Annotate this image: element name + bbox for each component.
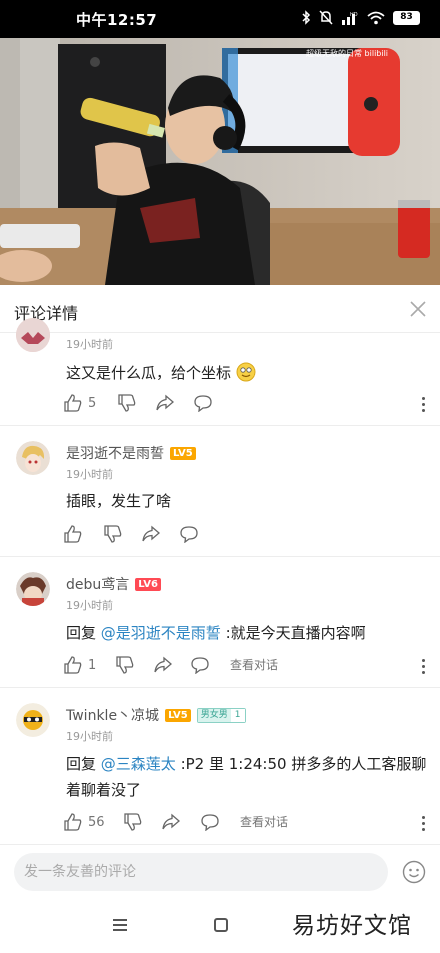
comment-time: 19小时前 xyxy=(66,599,113,612)
video-frame: 超级无敌的日常 bilibili xyxy=(0,38,440,285)
view-conversation-link[interactable]: 查看对话 xyxy=(240,813,288,830)
watermark: 易坊好文馆 xyxy=(292,913,412,939)
comment-time: 19小时前 xyxy=(66,468,113,481)
comment-input-bar xyxy=(0,845,440,900)
comment-actions: 56 查看对话 xyxy=(64,813,426,835)
comment-item: debu鸢言 LV6 19小时前 回复 @是羽逝不是雨誓 :就是今天直播内容啊 … xyxy=(0,557,440,688)
comment-actions: 5 xyxy=(64,394,426,416)
fan-medal: 男女男 1 xyxy=(196,707,246,723)
comment-body: :就是今天直播内容啊 xyxy=(220,624,366,642)
like-button[interactable]: 5 xyxy=(64,394,96,412)
thumbs-down-icon xyxy=(104,525,122,543)
avatar[interactable] xyxy=(16,572,50,606)
speech-bubble-icon xyxy=(201,814,219,831)
like-count: 56 xyxy=(88,814,105,830)
comment-username[interactable]: 是羽逝不是雨誓 LV5 xyxy=(66,443,196,463)
thumbs-down-icon xyxy=(124,813,142,831)
speech-bubble-icon xyxy=(180,526,198,543)
emoji-picker-icon[interactable] xyxy=(402,860,426,884)
comment-time: 19小时前 xyxy=(66,730,113,743)
video-player[interactable]: 超级无敌的日常 bilibili xyxy=(0,38,440,285)
more-options-button[interactable] xyxy=(422,397,426,413)
comment-actions: 1 查看对话 xyxy=(64,656,426,678)
comment-body: 这又是什么瓜，给个坐标 xyxy=(66,364,232,382)
share-icon xyxy=(156,394,174,411)
speech-bubble-icon xyxy=(191,657,209,674)
comment-item: 是羽逝不是雨誓 LV5 19小时前 插眼，发生了啥 xyxy=(0,426,440,557)
view-conversation-link[interactable]: 查看对话 xyxy=(230,656,278,673)
thumbs-up-icon xyxy=(64,525,82,543)
username-text: 是羽逝不是雨誓 xyxy=(66,446,164,462)
comment-text: 回复 @是羽逝不是雨誓 :就是今天直播内容啊 xyxy=(66,620,430,646)
comment-detail-header: 评论详情 xyxy=(0,285,440,333)
share-button[interactable] xyxy=(162,813,180,831)
mention-link[interactable]: @是羽逝不是雨誓 xyxy=(101,624,221,642)
video-watermark: 超级无敌的日常 bilibili xyxy=(306,48,388,58)
signal-icon: HD xyxy=(342,12,358,25)
speech-bubble-icon xyxy=(194,395,212,412)
dislike-button[interactable] xyxy=(104,525,122,543)
status-icons: HD 83 xyxy=(301,10,420,25)
thumbs-down-icon xyxy=(116,656,134,674)
level-badge: LV6 xyxy=(135,577,161,591)
medal-name: 男女男 xyxy=(197,708,231,722)
emoji-icon xyxy=(236,362,256,382)
status-bar: 中午12:57 HD 83 xyxy=(0,0,440,38)
wifi-icon xyxy=(367,11,385,24)
avatar[interactable] xyxy=(16,441,50,475)
comment-item: 19小时前 这又是什么瓜，给个坐标 5 xyxy=(0,318,440,426)
battery-indicator: 83 xyxy=(393,10,420,25)
reply-prefix: 回复 xyxy=(66,755,101,773)
thumbs-down-icon xyxy=(118,394,136,412)
share-icon xyxy=(162,813,180,830)
close-icon[interactable] xyxy=(408,299,428,319)
avatar[interactable] xyxy=(16,703,50,737)
bluetooth-icon xyxy=(302,10,311,25)
share-icon xyxy=(154,656,172,673)
username-text: Twinkle丶凉城 xyxy=(66,708,160,724)
status-time: 中午12:57 xyxy=(76,11,158,29)
medal-level: 1 xyxy=(230,708,245,722)
thumbs-up-icon xyxy=(64,656,82,674)
username-text: debu鸢言 xyxy=(66,577,130,593)
share-icon xyxy=(142,525,160,542)
comment-text: 插眼，发生了啥 xyxy=(66,492,172,510)
thumbs-up-icon xyxy=(64,394,82,412)
home-icon[interactable] xyxy=(214,918,228,932)
like-count: 1 xyxy=(88,657,97,673)
level-badge: LV5 xyxy=(165,708,191,722)
comment-input[interactable] xyxy=(14,853,388,891)
reply-button[interactable] xyxy=(201,813,219,831)
more-options-button[interactable] xyxy=(422,659,426,675)
mute-bell-icon xyxy=(319,10,333,25)
dislike-button[interactable] xyxy=(116,656,134,674)
like-button[interactable]: 56 xyxy=(64,813,105,831)
comment-text: 回复 @三森莲太 :P2 里 1:24:50 拼多多的人工客服聊着聊着没了 xyxy=(66,751,430,803)
comment-username[interactable]: debu鸢言 LV6 xyxy=(66,574,161,594)
thumbs-up-icon xyxy=(64,813,82,831)
like-button[interactable]: 1 xyxy=(64,656,96,674)
more-options-button[interactable] xyxy=(422,816,426,832)
reply-button[interactable] xyxy=(191,656,209,674)
comment-time: 19小时前 xyxy=(66,338,113,351)
share-button[interactable] xyxy=(142,525,160,543)
comment-text: 这又是什么瓜，给个坐标 xyxy=(66,360,430,386)
mention-link[interactable]: @三森莲太 xyxy=(101,755,176,773)
dislike-button[interactable] xyxy=(124,813,142,831)
reply-button[interactable] xyxy=(194,394,212,412)
menu-icon[interactable] xyxy=(113,919,127,931)
comment-item: Twinkle丶凉城 LV5 男女男 1 19小时前 回复 @三森莲太 :P2 … xyxy=(0,688,440,845)
comment-username[interactable]: Twinkle丶凉城 LV5 男女男 1 xyxy=(66,705,246,725)
svg-text:HD: HD xyxy=(350,12,358,18)
level-badge: LV5 xyxy=(170,446,196,460)
share-button[interactable] xyxy=(156,394,174,412)
like-count: 5 xyxy=(88,395,97,411)
like-button[interactable] xyxy=(64,525,88,543)
avatar[interactable] xyxy=(16,318,50,352)
reply-button[interactable] xyxy=(180,525,198,543)
dislike-button[interactable] xyxy=(118,394,136,412)
reply-prefix: 回复 xyxy=(66,624,101,642)
comment-actions xyxy=(64,525,426,547)
share-button[interactable] xyxy=(154,656,172,674)
